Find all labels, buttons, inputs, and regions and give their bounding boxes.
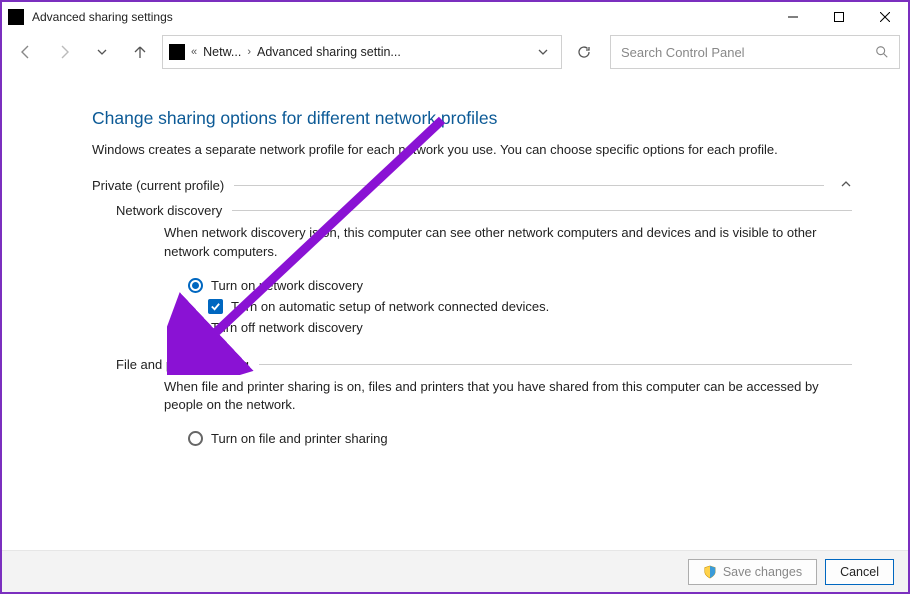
recent-locations-button[interactable] bbox=[86, 36, 118, 68]
maximize-button[interactable] bbox=[816, 2, 862, 32]
checkbox-icon bbox=[208, 299, 223, 314]
location-icon bbox=[169, 44, 185, 60]
breadcrumb-overflow-icon: « bbox=[191, 46, 197, 58]
subgroup-network-discovery-label: Network discovery bbox=[116, 203, 232, 218]
address-bar[interactable]: « Netw... › Advanced sharing settin... bbox=[162, 35, 562, 69]
checkbox-auto-setup[interactable]: Turn on automatic setup of network conne… bbox=[208, 299, 852, 314]
subgroup-network-discovery-header: Network discovery bbox=[116, 203, 852, 218]
refresh-button[interactable] bbox=[568, 36, 600, 68]
radio-icon bbox=[188, 431, 203, 446]
radio-label: Turn on file and printer sharing bbox=[211, 431, 388, 446]
radio-icon bbox=[188, 278, 203, 293]
window-frame: Advanced sharing settings « Netw... bbox=[0, 0, 910, 594]
back-button[interactable] bbox=[10, 36, 42, 68]
radio-icon bbox=[188, 320, 203, 335]
page-description: Windows creates a separate network profi… bbox=[92, 141, 852, 160]
address-dropdown-button[interactable] bbox=[531, 47, 555, 57]
footer-bar: Save changes Cancel bbox=[2, 550, 908, 592]
radio-turn-off-network-discovery[interactable]: Turn off network discovery bbox=[188, 320, 852, 335]
cancel-label: Cancel bbox=[840, 565, 879, 579]
network-discovery-description: When network discovery is on, this compu… bbox=[164, 224, 852, 262]
group-private-label: Private (current profile) bbox=[92, 178, 234, 193]
save-changes-button[interactable]: Save changes bbox=[688, 559, 817, 585]
subgroup-file-printer-label: File and printer sharing bbox=[116, 357, 259, 372]
group-private-header[interactable]: Private (current profile) bbox=[92, 178, 852, 193]
checkbox-label: Turn on automatic setup of network conne… bbox=[231, 299, 549, 314]
page-title: Change sharing options for different net… bbox=[92, 108, 852, 129]
radio-label: Turn off network discovery bbox=[211, 320, 363, 335]
separator-line bbox=[234, 185, 824, 186]
minimize-button[interactable] bbox=[770, 2, 816, 32]
nav-bar: « Netw... › Advanced sharing settin... S… bbox=[2, 32, 908, 72]
file-printer-description: When file and printer sharing is on, fil… bbox=[164, 378, 852, 416]
search-placeholder: Search Control Panel bbox=[621, 45, 875, 60]
collapse-icon[interactable] bbox=[824, 178, 852, 193]
subgroup-file-printer-header: File and printer sharing bbox=[116, 357, 852, 372]
titlebar: Advanced sharing settings bbox=[2, 2, 908, 32]
separator-line bbox=[259, 364, 852, 365]
radio-turn-on-network-discovery[interactable]: Turn on network discovery bbox=[188, 278, 852, 293]
forward-button[interactable] bbox=[48, 36, 80, 68]
breadcrumb-item-advanced-sharing[interactable]: Advanced sharing settin... bbox=[257, 45, 401, 59]
content-area: Change sharing options for different net… bbox=[2, 84, 908, 550]
search-icon bbox=[875, 45, 889, 59]
breadcrumb-item-network[interactable]: Netw... bbox=[203, 45, 241, 59]
chevron-right-icon: › bbox=[247, 46, 251, 58]
separator-line bbox=[232, 210, 852, 211]
search-input[interactable]: Search Control Panel bbox=[610, 35, 900, 69]
shield-icon bbox=[703, 565, 717, 579]
close-button[interactable] bbox=[862, 2, 908, 32]
up-button[interactable] bbox=[124, 36, 156, 68]
radio-label: Turn on network discovery bbox=[211, 278, 363, 293]
radio-turn-on-file-printer-sharing[interactable]: Turn on file and printer sharing bbox=[188, 431, 852, 446]
app-icon bbox=[8, 9, 24, 25]
cancel-button[interactable]: Cancel bbox=[825, 559, 894, 585]
save-changes-label: Save changes bbox=[723, 565, 802, 579]
window-title: Advanced sharing settings bbox=[32, 10, 173, 24]
